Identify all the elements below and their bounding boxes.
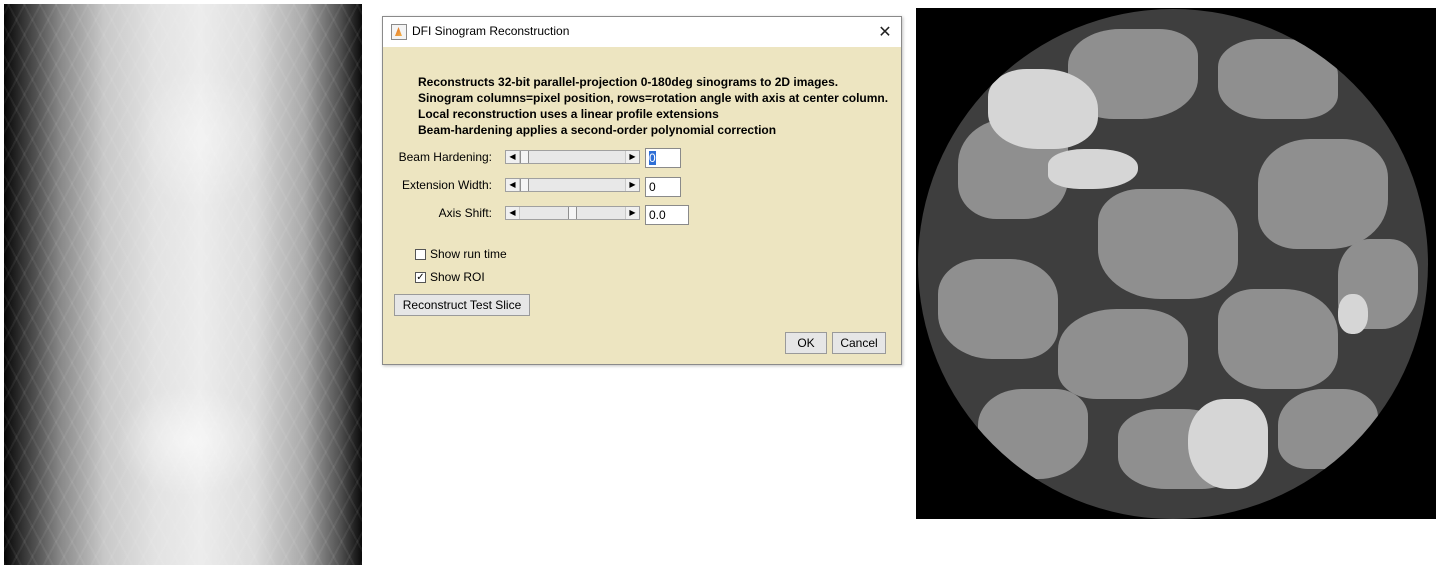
bright-grain <box>1048 149 1138 189</box>
close-icon: ✕ <box>878 22 892 41</box>
close-button[interactable]: ✕ <box>869 17 901 47</box>
left-arrow-icon[interactable]: ◀ <box>506 179 520 191</box>
checkmark-icon: ✓ <box>416 272 425 283</box>
grain <box>1058 309 1188 399</box>
dialog-titlebar[interactable]: DFI Sinogram Reconstruction ✕ <box>383 17 901 47</box>
right-arrow-icon[interactable]: ▶ <box>625 207 639 219</box>
bright-grain <box>1338 294 1368 334</box>
ok-button[interactable]: OK <box>785 332 827 354</box>
show-roi-label[interactable]: Show ROI <box>430 270 485 284</box>
description-line: Beam-hardening applies a second-order po… <box>418 123 777 137</box>
description-line: Local reconstruction uses a linear profi… <box>418 107 719 121</box>
show-run-time-checkbox[interactable] <box>415 249 426 260</box>
extension-width-slider[interactable]: ◀ ▶ <box>505 178 640 192</box>
right-arrow-icon[interactable]: ▶ <box>625 179 639 191</box>
reconstruct-test-slice-button[interactable]: Reconstruct Test Slice <box>394 294 530 316</box>
extension-width-label: Extension Width: <box>401 178 492 192</box>
beam-hardening-slider[interactable]: ◀ ▶ <box>505 150 640 164</box>
right-arrow-icon[interactable]: ▶ <box>625 151 639 163</box>
show-roi-checkbox[interactable]: ✓ <box>415 272 426 283</box>
bright-grain <box>1188 399 1268 489</box>
axis-shift-thumb[interactable] <box>568 207 577 219</box>
axis-shift-slider[interactable]: ◀ ▶ <box>505 206 640 220</box>
extension-width-thumb[interactable] <box>520 179 529 191</box>
axis-shift-label: Axis Shift: <box>438 206 492 220</box>
description-line: Sinogram columns=pixel position, rows=ro… <box>418 91 889 105</box>
java-coffee-icon <box>391 24 407 40</box>
beam-hardening-value: 0 <box>649 151 656 165</box>
left-arrow-icon[interactable]: ◀ <box>506 207 520 219</box>
grain <box>1218 289 1338 389</box>
description-line: Reconstructs 32-bit parallel-projection … <box>418 75 839 89</box>
reconstruction-dialog: DFI Sinogram Reconstruction ✕ Reconstruc… <box>382 16 902 365</box>
grain <box>1278 389 1378 469</box>
show-run-time-label[interactable]: Show run time <box>430 247 507 261</box>
grain <box>1258 139 1388 249</box>
left-arrow-icon[interactable]: ◀ <box>506 151 520 163</box>
description-text: Reconstructs 32-bit parallel-projection … <box>418 74 888 138</box>
grain <box>978 389 1088 479</box>
cancel-button[interactable]: Cancel <box>832 332 886 354</box>
axis-shift-field[interactable]: 0.0 <box>645 205 689 225</box>
dialog-title: DFI Sinogram Reconstruction <box>412 24 570 38</box>
beam-hardening-label: Beam Hardening: <box>398 150 492 164</box>
grain <box>938 259 1058 359</box>
ct-disc <box>918 9 1428 519</box>
grain <box>1098 189 1238 299</box>
beam-hardening-field[interactable]: 0 <box>645 148 681 168</box>
grain <box>1218 39 1338 119</box>
extension-width-field[interactable]: 0 <box>645 177 681 197</box>
beam-hardening-thumb[interactable] <box>520 151 529 163</box>
sinogram-image <box>4 4 362 565</box>
bright-grain <box>988 69 1098 149</box>
reconstructed-slice-image <box>916 8 1436 519</box>
